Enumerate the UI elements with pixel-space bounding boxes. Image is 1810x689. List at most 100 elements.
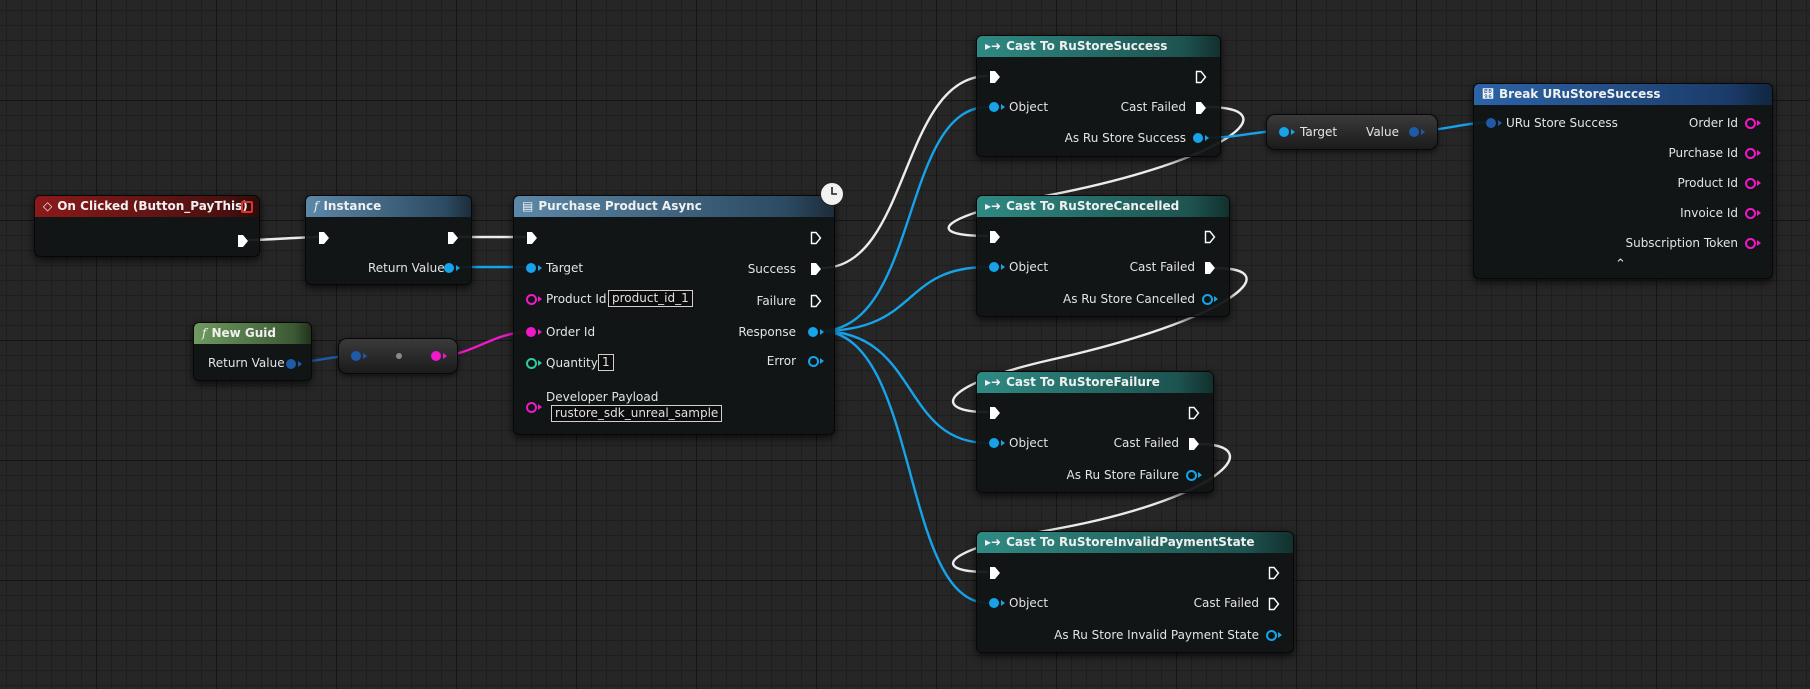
cast-success-title: Cast To RuStoreSuccess bbox=[1006, 39, 1168, 53]
as-rustore-invalid-payment-state-pin[interactable] bbox=[1266, 630, 1277, 641]
new-guid-return-value-label: Return Value bbox=[208, 356, 285, 370]
product-id-pin[interactable] bbox=[526, 294, 537, 305]
conversion-input-pin[interactable] bbox=[351, 351, 361, 361]
instance-header[interactable]: f Instance bbox=[306, 196, 471, 217]
cast-invalid-header[interactable]: ▸➜ Cast To RuStoreInvalidPaymentState bbox=[977, 532, 1293, 553]
new-guid-header[interactable]: f New Guid bbox=[194, 323, 311, 344]
object-pin[interactable] bbox=[989, 438, 999, 448]
function-f-icon: f bbox=[314, 199, 319, 213]
cast-failure-header[interactable]: ▸➜ Cast To RuStoreFailure bbox=[977, 372, 1213, 393]
exec-in-pin[interactable] bbox=[989, 70, 1001, 84]
conversion-midpoint-icon bbox=[396, 353, 402, 359]
exec-out-pin[interactable] bbox=[810, 231, 822, 245]
pin-arrow bbox=[298, 361, 302, 367]
quantity-pin[interactable] bbox=[526, 358, 537, 369]
instance-return-value-pin[interactable] bbox=[444, 263, 454, 273]
guid-to-string-conversion-node[interactable] bbox=[338, 338, 458, 374]
quantity-input[interactable]: 1 bbox=[598, 354, 614, 371]
urustore-success-input-pin[interactable] bbox=[1486, 118, 1496, 128]
response-pin[interactable] bbox=[808, 327, 818, 337]
new-guid-node[interactable]: f New Guid Return Value bbox=[193, 322, 312, 381]
object-label: Object bbox=[1009, 100, 1049, 114]
subscription-token-output-pin[interactable] bbox=[1745, 238, 1756, 249]
product-id-output-pin[interactable] bbox=[1745, 178, 1756, 189]
subscription-token-output-label: Subscription Token bbox=[1625, 236, 1738, 250]
purchase-header[interactable]: ▤ Purchase Product Async bbox=[514, 196, 834, 217]
invoice-id-output-pin[interactable] bbox=[1745, 208, 1756, 219]
value-output-pin[interactable] bbox=[1409, 127, 1419, 137]
break-urustore-success-node[interactable]: ⮖ Break URuStoreSuccess URu Store Success… bbox=[1473, 83, 1773, 279]
exec-out-pin[interactable] bbox=[1195, 70, 1207, 84]
success-exec-pin[interactable] bbox=[810, 262, 822, 276]
developer-payload-label: Developer Payload bbox=[546, 390, 659, 404]
collapse-caret-icon[interactable]: ⌃ bbox=[1615, 257, 1626, 272]
exec-in-pin[interactable] bbox=[989, 406, 1001, 420]
clock-icon bbox=[820, 182, 844, 206]
object-label: Object bbox=[1009, 260, 1049, 274]
target-pin[interactable] bbox=[526, 263, 536, 273]
pin-arrow bbox=[1498, 120, 1502, 126]
on-clicked-header[interactable]: ◇ On Clicked (Button_PayThis) bbox=[35, 196, 259, 217]
instance-node[interactable]: f Instance Return Value bbox=[305, 195, 472, 285]
as-rustore-failure-pin[interactable] bbox=[1186, 470, 1197, 481]
failure-exec-pin[interactable] bbox=[810, 294, 822, 308]
cast-to-rustore-success-node[interactable]: ▸➜ Cast To RuStoreSuccess Object Cast Fai… bbox=[976, 35, 1221, 157]
cast-success-header[interactable]: ▸➜ Cast To RuStoreSuccess bbox=[977, 36, 1220, 57]
exec-in-pin[interactable] bbox=[989, 230, 1001, 244]
target-input-pin[interactable] bbox=[1279, 127, 1289, 137]
order-id-output-pin[interactable] bbox=[1745, 118, 1756, 129]
object-wire bbox=[819, 265, 989, 333]
failure-label: Failure bbox=[756, 294, 796, 308]
pin-arrow bbox=[538, 296, 542, 302]
order-id-pin[interactable] bbox=[526, 327, 536, 337]
purchase-id-output-pin[interactable] bbox=[1745, 148, 1756, 159]
object-pin[interactable] bbox=[989, 102, 999, 112]
developer-payload-pin[interactable] bbox=[526, 402, 537, 413]
pin-arrow bbox=[1214, 296, 1218, 302]
pin-arrow bbox=[538, 329, 542, 335]
pin-arrow bbox=[1757, 210, 1761, 216]
exec-out-pin[interactable] bbox=[237, 234, 249, 248]
cast-failed-exec-pin[interactable] bbox=[1268, 597, 1280, 611]
exec-out-pin[interactable] bbox=[1204, 230, 1216, 244]
delegate-square-icon bbox=[241, 201, 253, 213]
object-pin[interactable] bbox=[989, 262, 999, 272]
cast-failed-exec-pin[interactable] bbox=[1188, 437, 1200, 451]
exec-in-pin[interactable] bbox=[989, 566, 1001, 580]
pin-arrow bbox=[1001, 104, 1005, 110]
object-label: Object bbox=[1009, 436, 1049, 450]
cast-cancelled-header[interactable]: ▸➜ Cast To RuStoreCancelled bbox=[977, 196, 1229, 217]
pin-arrow bbox=[1421, 129, 1425, 135]
new-guid-return-value-pin[interactable] bbox=[286, 359, 296, 369]
object-pin[interactable] bbox=[989, 598, 999, 608]
error-pin[interactable] bbox=[808, 356, 819, 367]
exec-in-pin[interactable] bbox=[526, 231, 538, 245]
as-rustore-cancelled-pin[interactable] bbox=[1202, 294, 1213, 305]
cast-to-rustore-failure-node[interactable]: ▸➜ Cast To RuStoreFailure Object Cast Fai… bbox=[976, 371, 1214, 493]
order-id-output-label: Order Id bbox=[1688, 116, 1738, 130]
conversion-output-pin[interactable] bbox=[431, 351, 441, 361]
target-label: Target bbox=[1300, 125, 1338, 139]
exec-out-pin[interactable] bbox=[1188, 406, 1200, 420]
cast-failed-label: Cast Failed bbox=[1129, 260, 1195, 274]
quantity-label: Quantity bbox=[546, 356, 598, 370]
as-rustore-invalid-payment-state-label: As Ru Store Invalid Payment State bbox=[1054, 628, 1259, 642]
as-rustore-success-pin[interactable] bbox=[1193, 133, 1203, 143]
exec-out-pin[interactable] bbox=[447, 231, 459, 245]
purchase-product-async-node[interactable]: ▤ Purchase Product Async Target Product I… bbox=[513, 195, 835, 435]
cast-to-rustore-cancelled-node[interactable]: ▸➜ Cast To RuStoreCancelled Object Cast F… bbox=[976, 195, 1230, 317]
invoice-id-output-label: Invoice Id bbox=[1680, 206, 1738, 220]
on-clicked-event-node[interactable]: ◇ On Clicked (Button_PayThis) bbox=[34, 195, 260, 257]
cast-failed-label: Cast Failed bbox=[1113, 436, 1179, 450]
product-id-input[interactable]: product_id_1 bbox=[608, 290, 693, 307]
cast-arrow-icon: ▸➜ bbox=[985, 39, 1002, 53]
exec-in-pin[interactable] bbox=[318, 231, 330, 245]
pin-arrow bbox=[538, 360, 542, 366]
cast-to-rustore-invalid-payment-state-node[interactable]: ▸➜ Cast To RuStoreInvalidPaymentState Obj… bbox=[976, 531, 1294, 653]
break-header[interactable]: ⮖ Break URuStoreSuccess bbox=[1474, 84, 1772, 105]
cast-failed-exec-pin[interactable] bbox=[1204, 261, 1216, 275]
developer-payload-input[interactable]: rustore_sdk_unreal_sample bbox=[551, 405, 723, 422]
target-value-getter-node[interactable]: Target Value bbox=[1266, 114, 1438, 150]
cast-failed-exec-pin[interactable] bbox=[1195, 101, 1207, 115]
exec-out-pin[interactable] bbox=[1268, 566, 1280, 580]
